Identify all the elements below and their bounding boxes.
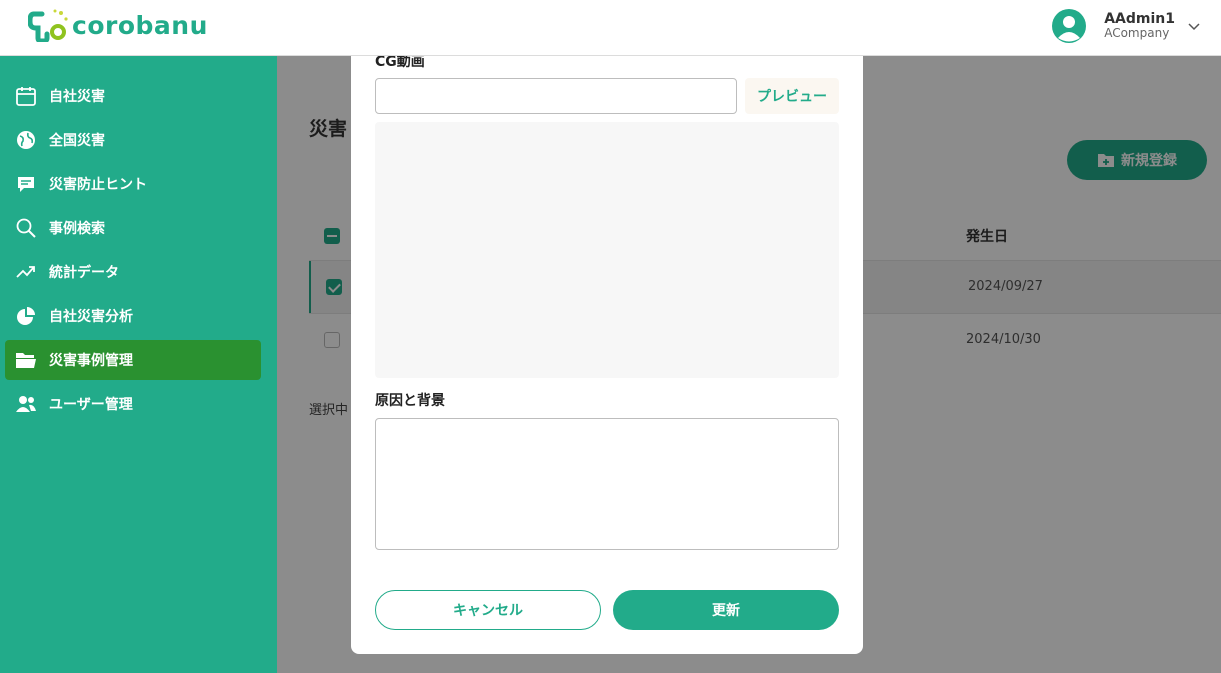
cg-video-url-input[interactable] bbox=[375, 78, 737, 114]
user-info: AAdmin1 ACompany bbox=[1104, 11, 1175, 41]
sidebar-item-own-disasters[interactable]: 自社災害 bbox=[5, 76, 261, 116]
edit-case-modal: CG動画 プレビュー 原因と背景 キャンセル 更新 bbox=[351, 46, 863, 654]
cancel-button[interactable]: キャンセル bbox=[375, 590, 601, 630]
sidebar-item-national-disasters[interactable]: 全国災害 bbox=[5, 120, 261, 160]
cause-background-label: 原因と背景 bbox=[375, 393, 445, 409]
sidebar-item-own-analysis[interactable]: 自社災害分析 bbox=[5, 296, 261, 336]
pie-chart-icon bbox=[15, 305, 37, 327]
logo-mark-icon bbox=[28, 9, 68, 42]
logo[interactable]: corobanu bbox=[28, 8, 208, 42]
sidebar-item-statistics[interactable]: 統計データ bbox=[5, 252, 261, 292]
sidebar-item-label: 自社災害分析 bbox=[49, 309, 133, 325]
preview-button[interactable]: プレビュー bbox=[745, 78, 839, 114]
sidebar-item-label: 統計データ bbox=[49, 265, 119, 281]
sidebar-item-label: ユーザー管理 bbox=[49, 397, 133, 413]
search-icon bbox=[15, 217, 37, 239]
sidebar-item-label: 全国災害 bbox=[49, 133, 105, 149]
user-avatar-icon bbox=[1058, 16, 1081, 42]
avatar bbox=[1052, 9, 1087, 43]
sidebar-item-case-management[interactable]: 災害事例管理 bbox=[5, 340, 261, 380]
sidebar-item-user-management[interactable]: ユーザー管理 bbox=[5, 384, 261, 424]
app-header: corobanu AAdmin1 ACompany bbox=[0, 0, 1221, 56]
chat-icon bbox=[15, 173, 37, 195]
sidebar-item-label: 事例検索 bbox=[49, 221, 105, 237]
globe-icon bbox=[15, 129, 37, 151]
sidebar-item-label: 災害防止ヒント bbox=[49, 177, 147, 193]
users-icon bbox=[15, 393, 37, 415]
sidebar-item-label: 災害事例管理 bbox=[49, 353, 133, 369]
logo-text: corobanu bbox=[72, 10, 208, 40]
sidebar-item-prevention-hints[interactable]: 災害防止ヒント bbox=[5, 164, 261, 204]
sidebar-item-case-search[interactable]: 事例検索 bbox=[5, 208, 261, 248]
cause-background-textarea[interactable] bbox=[375, 418, 839, 550]
user-name: AAdmin1 bbox=[1104, 11, 1175, 28]
folder-icon bbox=[15, 349, 37, 371]
update-button[interactable]: 更新 bbox=[613, 590, 839, 630]
user-menu[interactable]: AAdmin1 ACompany bbox=[1052, 6, 1201, 46]
chevron-down-icon[interactable] bbox=[1187, 19, 1201, 33]
sidebar-item-label: 自社災害 bbox=[49, 89, 105, 105]
user-company: ACompany bbox=[1104, 26, 1170, 41]
calendar-icon bbox=[15, 85, 37, 107]
video-preview-area bbox=[375, 122, 839, 378]
sidebar: 自社災害 全国災害 災害防止ヒント 事例検索 統計データ 自社災害分析 災害事例… bbox=[0, 56, 277, 673]
trend-icon bbox=[15, 261, 37, 283]
